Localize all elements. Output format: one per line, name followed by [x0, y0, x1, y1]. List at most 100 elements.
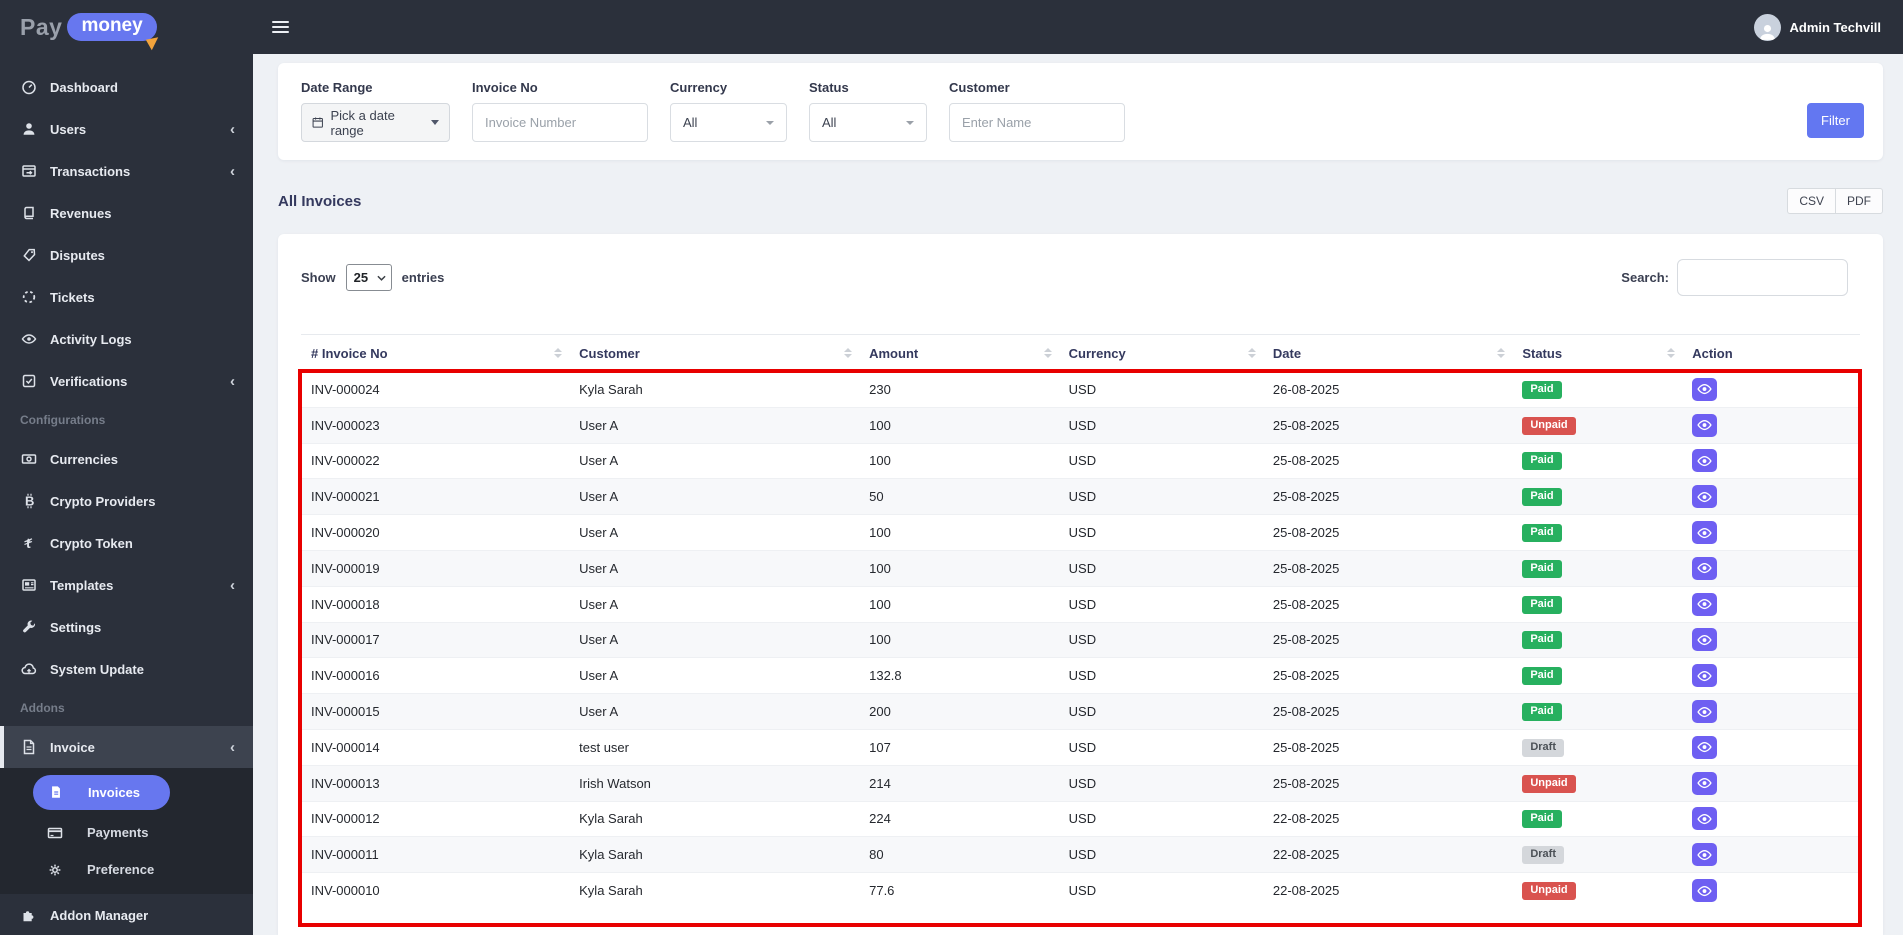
invoice-no-cell: INV-000023 — [301, 406, 570, 444]
activity-logs-icon — [20, 331, 37, 347]
column-header-currency[interactable]: Currency — [1058, 334, 1263, 372]
amount-cell: 107 — [859, 728, 1059, 766]
view-invoice-button[interactable] — [1692, 556, 1718, 580]
sidebar-item-payments[interactable]: Payments — [0, 814, 253, 851]
invoices-table-panel: Show 25 entries Search: # Invoice No Cus… — [278, 234, 1883, 935]
dashboard-icon — [20, 79, 37, 95]
view-invoice-button[interactable] — [1692, 700, 1718, 724]
sidebar-item-crypto-providers[interactable]: B Crypto Providers — [0, 480, 253, 522]
sidebar-item-invoices-active[interactable]: Invoices — [33, 774, 170, 810]
invoice-number-input[interactable] — [472, 103, 648, 142]
system-update-icon — [20, 661, 37, 677]
crypto-providers-icon: B — [20, 493, 37, 509]
sidebar-item-revenues[interactable]: Revenues — [0, 192, 253, 234]
status-badge: Unpaid — [1522, 774, 1576, 793]
search-input[interactable] — [1677, 259, 1848, 296]
eye-icon — [1697, 563, 1712, 574]
status-badge: Paid — [1522, 488, 1562, 507]
status-badge: Draft — [1522, 846, 1564, 865]
sort-icon — [1247, 348, 1256, 358]
action-cell — [1682, 836, 1860, 873]
view-invoice-button[interactable] — [1692, 664, 1718, 688]
view-invoice-button[interactable] — [1692, 449, 1718, 473]
view-invoice-button[interactable] — [1692, 377, 1718, 401]
sidebar-item-dashboard[interactable]: Dashboard — [0, 66, 253, 108]
status-select[interactable]: All — [809, 103, 927, 142]
amount-cell: 200 — [859, 693, 1059, 730]
view-invoice-button[interactable] — [1692, 485, 1718, 509]
verifications-icon — [20, 373, 37, 389]
sidebar-item-invoice[interactable]: Invoice — [0, 726, 253, 768]
eye-icon — [1697, 849, 1712, 860]
sidebar-item-activity-logs[interactable]: Activity Logs — [0, 318, 253, 360]
view-invoice-button[interactable] — [1692, 843, 1718, 867]
currency-select[interactable]: All — [670, 103, 787, 142]
view-invoice-button[interactable] — [1692, 592, 1718, 616]
action-cell — [1682, 585, 1860, 623]
view-invoice-button[interactable] — [1692, 521, 1718, 545]
customer-cell: Kyla Sarah — [569, 872, 860, 909]
sidebar-item-disputes[interactable]: Disputes — [0, 234, 253, 276]
sidebar-item-settings[interactable]: Settings — [0, 606, 253, 648]
status-cell: Unpaid — [1512, 764, 1683, 802]
date-cell: 25-08-2025 — [1262, 585, 1513, 623]
sidebar-item-currencies[interactable]: Currencies — [0, 438, 253, 480]
eye-icon — [1697, 742, 1712, 753]
filter-status: Status All — [809, 80, 927, 142]
menu-toggle-icon[interactable] — [272, 21, 289, 33]
invoice-row: INV-000020 User A 100 USD 25-08-2025 Pai… — [301, 514, 1860, 551]
chevron-left-icon — [230, 739, 235, 756]
page-length-select[interactable]: 25 — [345, 264, 392, 291]
view-invoice-button[interactable] — [1692, 628, 1718, 652]
customer-name-input[interactable] — [949, 103, 1125, 142]
action-cell — [1682, 872, 1860, 909]
view-invoice-button[interactable] — [1692, 771, 1718, 795]
view-invoice-button[interactable] — [1692, 807, 1718, 831]
sidebar-item-templates[interactable]: Templates — [0, 564, 253, 606]
sidebar-section-configurations: Configurations — [20, 413, 106, 427]
column-header-status[interactable]: Status — [1512, 334, 1683, 372]
view-invoice-button[interactable] — [1692, 413, 1718, 437]
eye-icon — [1697, 420, 1712, 431]
status-cell: Paid — [1512, 442, 1683, 479]
invoice-no-cell: INV-000017 — [301, 621, 570, 658]
column-header-amount[interactable]: Amount — [859, 334, 1059, 372]
invoice-no-cell: INV-000013 — [301, 764, 570, 802]
sidebar-item-system-update[interactable]: System Update — [0, 648, 253, 690]
export-csv-button[interactable]: CSV — [1787, 188, 1835, 214]
sidebar-item-tickets[interactable]: Tickets — [0, 276, 253, 318]
date-cell: 25-08-2025 — [1262, 621, 1513, 658]
date-range-picker[interactable]: Pick a date range — [301, 103, 450, 142]
export-pdf-button[interactable]: PDF — [1835, 188, 1883, 214]
sidebar-item-crypto-token[interactable]: t Crypto Token — [0, 522, 253, 564]
date-cell: 25-08-2025 — [1262, 406, 1513, 444]
invoice-row: INV-000021 User A 50 USD 25-08-2025 Paid — [301, 478, 1860, 515]
topbar: Pay money Admin Techvill — [0, 0, 1903, 54]
user-menu[interactable]: Admin Techvill — [1753, 13, 1881, 41]
templates-icon — [20, 577, 37, 593]
view-invoice-button[interactable] — [1692, 879, 1718, 903]
sidebar-item-verifications[interactable]: Verifications — [0, 360, 253, 402]
sort-icon — [1043, 348, 1052, 358]
sort-icon — [844, 348, 853, 358]
sidebar-item-transactions[interactable]: Transactions — [0, 150, 253, 192]
column-header-invoice-no[interactable]: # Invoice No — [301, 334, 570, 372]
eye-icon — [1697, 813, 1712, 825]
chevron-left-icon — [230, 373, 235, 390]
sidebar-item-preference[interactable]: Preference — [0, 851, 253, 888]
currency-cell: USD — [1058, 514, 1263, 551]
status-badge: Paid — [1522, 452, 1562, 471]
column-header-customer[interactable]: Customer — [569, 334, 860, 372]
filter-button[interactable]: Filter — [1807, 103, 1864, 138]
amount-cell: 100 — [859, 549, 1059, 587]
amount-cell: 214 — [859, 764, 1059, 802]
date-range-label: Date Range — [301, 80, 373, 95]
sidebar-item-users[interactable]: Users — [0, 108, 253, 150]
sidebar-section-addons: Addons — [20, 701, 65, 715]
status-badge: Paid — [1522, 810, 1562, 829]
view-invoice-button[interactable] — [1692, 735, 1718, 759]
column-header-date[interactable]: Date — [1262, 334, 1513, 372]
invoice-no-cell: INV-000016 — [301, 657, 570, 694]
invoice-row: INV-000013 Irish Watson 214 USD 25-08-20… — [301, 764, 1860, 802]
sidebar-item-addon-manager[interactable]: Addon Manager — [0, 894, 253, 935]
